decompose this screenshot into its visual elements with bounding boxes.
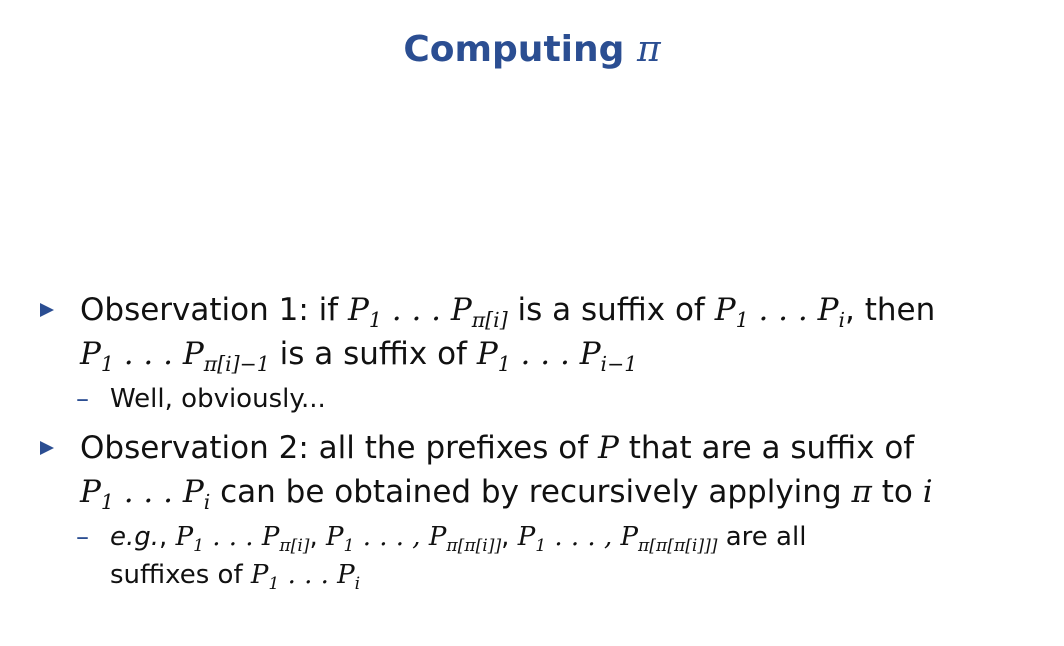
- obs2-to: to: [881, 474, 913, 510]
- math-p1-to-p-i-minus-1: P1 . . . Pi−1: [476, 336, 638, 377]
- obs2-sub-line2: suffixes of: [110, 560, 243, 590]
- obs1-sub-text: Well, obviously...: [110, 384, 326, 414]
- obs2-line2-mid: can be obtained by recursively applying: [220, 474, 842, 510]
- observation-2-subpoint: – e.g., P1 . . . Pπ[i], P1 . . . , Pπ[π[…: [36, 518, 1046, 594]
- dash-bullet-icon: –: [76, 384, 89, 414]
- obs2-lead: Observation 2: all the prefixes of: [80, 430, 589, 466]
- obs1-mid: is a suffix of: [517, 292, 705, 328]
- math-var-i: i: [922, 474, 933, 510]
- triangle-bullet-icon: [40, 303, 54, 317]
- obs2-sub-end: are all: [725, 522, 807, 552]
- dash-bullet-icon: –: [76, 522, 89, 552]
- obs2-sub-eg: e.g.: [110, 522, 160, 552]
- math-p1-to-p-pi-i-minus-1: P1 . . . Pπ[i]−1: [80, 336, 270, 377]
- math-example-3: P1 . . . , Pπ[π[π[i]]]: [517, 522, 718, 556]
- obs1-line2-mid: is a suffix of: [279, 336, 467, 372]
- obs1-lead: Observation 1: if: [80, 292, 339, 328]
- title-pi-symbol: π: [636, 29, 661, 70]
- math-example-1: P1 . . . Pπ[i]: [175, 522, 310, 556]
- math-example-2: P1 . . . , Pπ[π[i]]: [326, 522, 502, 556]
- obs2-after-p: that are a suffix of: [628, 430, 915, 466]
- observation-1: Observation 1: if P1 . . . Pπ[i] is a su…: [36, 288, 1046, 376]
- title-text: Computing: [403, 29, 625, 70]
- observation-1-subpoint: – Well, obviously...: [36, 380, 1046, 418]
- obs1-tail: , then: [844, 292, 936, 328]
- bullet-list: Observation 1: if P1 . . . Pπ[i] is a su…: [36, 288, 1046, 594]
- math-pi: π: [851, 474, 872, 510]
- math-p1-to-pi: P1 . . . Pi: [80, 474, 211, 515]
- math-var-p: P: [598, 430, 619, 466]
- slide-title: Computing π: [0, 26, 1064, 74]
- math-p1-to-p-pi-i: P1 . . . Pπ[i]: [348, 292, 508, 333]
- observation-2: Observation 2: all the prefixes of P tha…: [36, 426, 1046, 514]
- math-p1-to-pi: P1 . . . Pi: [714, 292, 845, 333]
- math-p1-to-pi: P1 . . . Pi: [250, 560, 361, 594]
- triangle-bullet-icon: [40, 441, 54, 455]
